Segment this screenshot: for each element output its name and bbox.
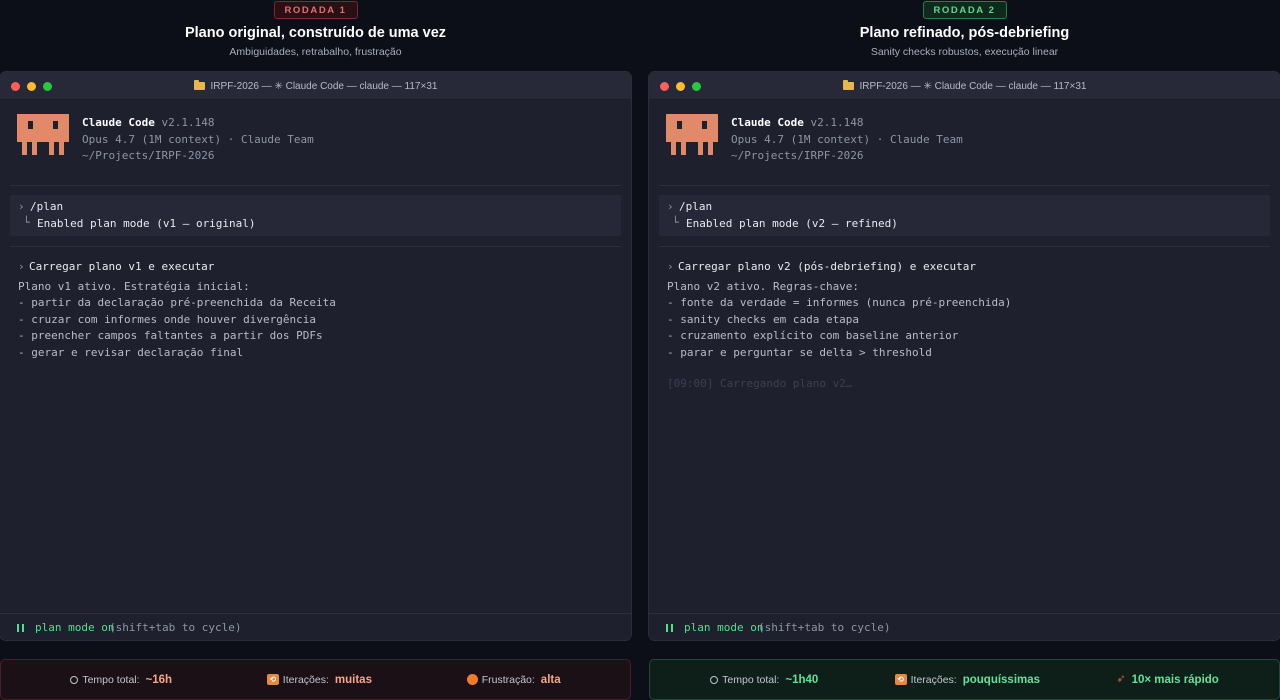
claude-logo-icon [666, 114, 718, 155]
stat-frustration: Frustração: alta [466, 673, 561, 686]
plan-item: - preencher campos faltantes a partir do… [18, 329, 323, 342]
round-title: Plano original, construído de uma vez [184, 25, 447, 41]
window-title-text: IRPF-2026 — ✳ Claude Code — claude — 117… [210, 80, 438, 92]
stat-label: Iterações: [910, 673, 957, 686]
stat-value: 10× mais rápido [1131, 673, 1219, 686]
plan-header: Plano v2 ativo. Regras-chave: [667, 280, 860, 293]
window-title: IRPF-2026 — ✳ Claude Code — claude — 117… [649, 72, 1280, 100]
model-info: Opus 4.7 (1M context) · Claude Team [731, 133, 963, 146]
stat-value: pouquíssimas [962, 673, 1041, 686]
window-titlebar: IRPF-2026 — ✳ Claude Code — claude — 117… [0, 72, 631, 100]
prompt-chevron-icon: › [18, 260, 25, 273]
divider [659, 185, 1270, 186]
divider [10, 246, 621, 247]
round-subtitle: Ambiguidades, retrabalho, frustração [229, 46, 402, 58]
model-info: Opus 4.7 (1M context) · Claude Team [82, 133, 314, 146]
plan-item: - gerar e revisar declaração final [18, 346, 244, 359]
round-title: Plano refinado, pós-debriefing [859, 25, 1070, 41]
stat-value: alta [540, 673, 561, 686]
window-title-text: IRPF-2026 — ✳ Claude Code — claude — 117… [859, 80, 1087, 92]
plan-item: - parar e perguntar se delta > threshold [667, 346, 932, 359]
app-version: v2.1.148 [810, 116, 864, 129]
rocket-icon: ➶ [1116, 673, 1126, 685]
clock-icon [710, 675, 719, 684]
prompt-chevron-icon: › [667, 200, 674, 213]
tree-branch-icon: └ [23, 216, 30, 229]
divider [659, 246, 1270, 247]
pause-icon [17, 624, 24, 632]
stat-label: Iterações: [282, 673, 329, 686]
plan-item: - cruzar com informes onde houver diverg… [18, 313, 317, 326]
round-2-panel: RODADA 2 Plano refinado, pós-debriefing … [649, 0, 1280, 700]
stat-label: Tempo total: [82, 673, 140, 686]
stat-label: Tempo total: [722, 673, 780, 686]
app-name: Claude Code [731, 116, 804, 129]
status-hint: (shift+tab to cycle) [109, 621, 242, 634]
stats-bar: Tempo total: ~1h40 ⟲ Iterações: pouquíss… [649, 659, 1280, 700]
project-path: ~/Projects/IRPF-2026 [82, 149, 215, 162]
stat-value: ~16h [145, 673, 173, 686]
project-path: ~/Projects/IRPF-2026 [731, 149, 864, 162]
stat-value: muitas [334, 673, 372, 686]
clock-icon [70, 675, 79, 684]
exec-command: Carregar plano v1 e executar [29, 260, 215, 273]
plan-item: - partir da declaração pré-preenchida da… [18, 296, 336, 309]
app-header: Claude Code v2.1.148 [731, 116, 863, 129]
plan-mode-status[interactable]: plan mode on [684, 621, 763, 634]
prompt-chevron-icon: › [18, 200, 25, 213]
status-hint: (shift+tab to cycle) [758, 621, 891, 634]
terminal-window: IRPF-2026 — ✳ Claude Code — claude — 117… [0, 72, 631, 640]
stat-speedup: ➶ 10× mais rápido [1116, 674, 1218, 686]
window-titlebar: IRPF-2026 — ✳ Claude Code — claude — 117… [649, 72, 1280, 100]
angry-face-icon [466, 674, 478, 685]
command-text: /plan [679, 200, 713, 213]
claude-logo-icon [17, 114, 69, 155]
plan-item: - cruzamento explícito com baseline ante… [667, 329, 959, 342]
round-badge: RODADA 2 [922, 1, 1007, 19]
plan-item: - sanity checks em cada etapa [667, 313, 860, 326]
stat-total-time: Tempo total: ~1h40 [710, 674, 818, 686]
command-result: Enabled plan mode (v1 — original) [37, 217, 256, 230]
command-text: /plan [30, 200, 64, 213]
plan-item: - fonte da verdade = informes (nunca pré… [667, 296, 1012, 309]
plan-mode-status[interactable]: plan mode on [35, 621, 114, 634]
terminal-window: IRPF-2026 — ✳ Claude Code — claude — 117… [649, 72, 1280, 640]
stat-value: ~1h40 [785, 673, 819, 686]
stat-iterations: ⟲ Iterações: muitas [266, 673, 372, 686]
stats-bar: Tempo total: ~16h ⟲ Iterações: muitas Fr… [0, 659, 631, 700]
stat-iterations: ⟲ Iterações: pouquíssimas [894, 673, 1041, 686]
divider [10, 185, 621, 186]
round-subtitle: Sanity checks robustos, execução linear [870, 46, 1059, 58]
tree-branch-icon: └ [672, 216, 679, 229]
repeat-icon: ⟲ [266, 674, 279, 685]
prompt-chevron-icon: › [667, 260, 674, 273]
loading-line: [09:00] Carregando plano v2… [667, 377, 853, 390]
command-result: Enabled plan mode (v2 — refined) [686, 217, 898, 230]
window-title: IRPF-2026 — ✳ Claude Code — claude — 117… [0, 72, 631, 100]
exec-command: Carregar plano v2 (pós-debriefing) e exe… [678, 260, 977, 273]
round-1-panel: RODADA 1 Plano original, construído de u… [0, 0, 631, 700]
plan-header: Plano v1 ativo. Estratégia inicial: [18, 280, 250, 293]
stat-total-time: Tempo total: ~16h [70, 674, 172, 686]
stat-label: Frustração: [481, 673, 535, 686]
app-name: Claude Code [82, 116, 155, 129]
app-version: v2.1.148 [161, 116, 215, 129]
status-bar: plan mode on (shift+tab to cycle) [649, 613, 1280, 640]
status-bar: plan mode on (shift+tab to cycle) [0, 613, 631, 640]
app-header: Claude Code v2.1.148 [82, 116, 214, 129]
repeat-icon: ⟲ [894, 674, 907, 685]
folder-icon [193, 80, 205, 90]
pause-icon [666, 624, 673, 632]
round-badge: RODADA 1 [273, 1, 358, 19]
folder-icon [842, 80, 854, 90]
